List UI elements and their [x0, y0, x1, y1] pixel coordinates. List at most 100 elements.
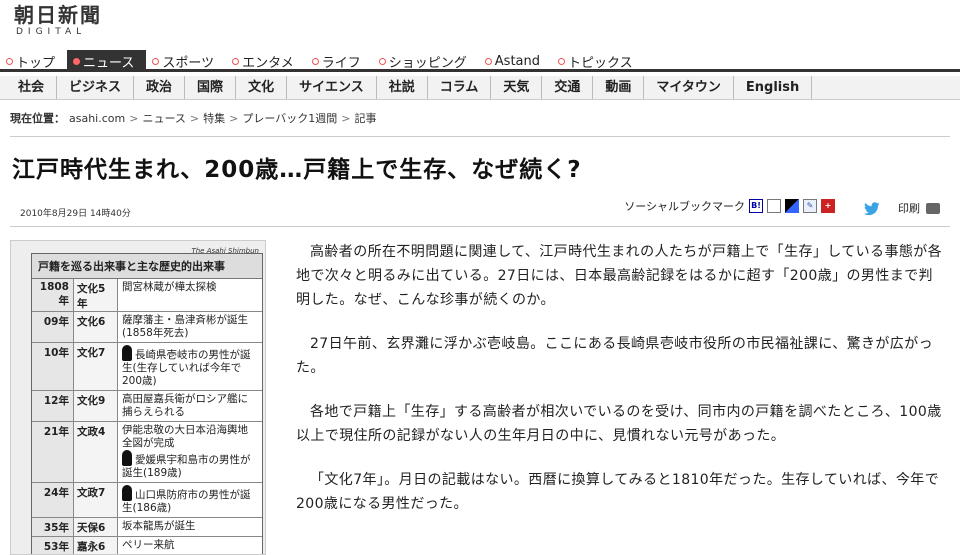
bullet-icon	[311, 57, 319, 65]
breadcrumb-separator: >	[229, 111, 239, 125]
category-link-9[interactable]: 交通	[542, 76, 594, 99]
category-link-12[interactable]: English	[734, 76, 813, 99]
timeline-event-text: 愛媛県宇和島市の男性が誕生(189歳)	[122, 454, 251, 479]
secondary-nav: 社会 ビジネス 政治 国際 文化 サイエンス 社説 コラム 天気 交通 動画 マイタウン English	[0, 76, 960, 100]
timeline-era: 文化9	[74, 391, 118, 421]
nav-item-label: エンタメ	[242, 55, 294, 71]
nav-item-5[interactable]: ショッピング	[373, 50, 479, 72]
timeline-row: 24年 文政7 山口県防府市の男性が誕生(186歳)	[32, 483, 262, 518]
breadcrumb-item[interactable]: asahi.com	[69, 112, 125, 125]
timeline-era: 天保6	[74, 518, 118, 536]
timeline-event-text: 山口県防府市の男性が誕生(186歳)	[122, 489, 251, 514]
category-link-0[interactable]: 社会	[0, 76, 58, 99]
bullet-icon	[484, 57, 492, 65]
category-link-5[interactable]: サイエンス	[287, 76, 377, 99]
nav-item-3[interactable]: エンタメ	[226, 50, 306, 72]
person-icon	[122, 345, 132, 361]
timeline-event: 間宮林蔵が樺太探検	[118, 279, 262, 311]
nav-item-label: ライフ	[321, 55, 361, 71]
asahi-logo[interactable]: 朝日新聞 DIGITAL	[14, 5, 124, 39]
divider	[10, 136, 950, 137]
nav-item-label: ニュース	[83, 55, 135, 71]
timeline-event: ペリー来航	[118, 537, 262, 554]
timeline-figure[interactable]: The Asahi Shimbun 戸籍を巡る出来事と主な歴史的出来事 1808…	[10, 240, 266, 555]
category-link-4[interactable]: 文化	[236, 76, 288, 99]
person-icon	[122, 485, 132, 501]
delicious-icon[interactable]	[785, 199, 799, 213]
timeline-event-text: 薩摩藩主・島津斉彬が誕生(1858年死去)	[122, 314, 248, 339]
breadcrumb-item[interactable]: 特集	[203, 110, 225, 126]
nav-item-label: ショッピング	[388, 55, 467, 71]
timeline-event-text: 間宮林蔵が樺太探検	[122, 281, 217, 293]
timeline-year: 10年	[32, 343, 74, 390]
timeline-row: 10年 文化7 長崎県壱岐市の男性が誕生(生存していれば今年で200歳)	[32, 343, 262, 391]
category-link-1[interactable]: ビジネス	[57, 76, 135, 99]
nav-item-7[interactable]: トピックス	[552, 50, 645, 72]
timeline-era: 嘉永6	[74, 537, 118, 554]
category-link-10[interactable]: 動画	[593, 76, 645, 99]
printer-icon	[926, 202, 940, 214]
logo-main-text: 朝日新聞	[14, 3, 102, 27]
article-dateline: 2010年8月29日 14時40分	[20, 209, 131, 219]
breadcrumb-separator: >	[129, 111, 139, 125]
timeline-event: 高田屋嘉兵衛がロシア艦に捕らえられる	[118, 391, 262, 421]
category-link-2[interactable]: 政治	[134, 76, 186, 99]
timeline-row: 1808年 文化5年 間宮林蔵が樺太探検	[32, 279, 262, 312]
nav-item-4[interactable]: ライフ	[306, 50, 373, 72]
timeline-row: 35年 天保6 坂本龍馬が誕生	[32, 518, 262, 537]
nav-item-1[interactable]: ニュース	[67, 50, 147, 72]
timeline-row: 09年 文化6 薩摩藩主・島津斉彬が誕生(1858年死去)	[32, 312, 262, 343]
divider	[10, 226, 950, 227]
nav-item-label: トップ	[16, 55, 56, 71]
twitter-icon[interactable]	[864, 202, 880, 218]
timeline-event-line: 間宮林蔵が樺太探検	[122, 281, 258, 294]
nav-item-label: トピックス	[568, 55, 633, 71]
bullet-icon	[6, 57, 13, 65]
timeline-era: 文化5年	[74, 279, 118, 311]
article-body: 高齢者の所在不明問題に関連して、江戸時代生まれの人たちが戸籍上で「生存」している…	[296, 240, 946, 536]
bullet-icon	[232, 57, 240, 65]
timeline-era: 文政4	[74, 422, 118, 482]
timeline-event: 薩摩藩主・島津斉彬が誕生(1858年死去)	[118, 312, 262, 342]
bookmark-icon[interactable]	[767, 199, 781, 213]
timeline-event-line: 伊能忠敬の大日本沿海輿地全図が完成	[122, 424, 258, 450]
breadcrumb-item[interactable]: プレーバック1週間	[242, 110, 337, 126]
add-bookmark-icon[interactable]: +	[821, 199, 835, 213]
category-link-6[interactable]: 社説	[377, 76, 428, 99]
bullet-icon	[378, 57, 386, 65]
article-paragraph: 「文化7年」。月日の記載はない。西暦に換算してみると1810年だった。生存してい…	[296, 472, 940, 512]
timeline-event-line: 坂本龍馬が誕生	[122, 520, 258, 533]
timeline-event: 坂本龍馬が誕生	[118, 518, 262, 536]
breadcrumb-separator: >	[189, 111, 200, 125]
category-link-3[interactable]: 国際	[185, 76, 237, 99]
timeline-year: 1808年	[32, 279, 74, 311]
timeline-event-line: 長崎県壱岐市の男性が誕生(生存していれば今年で200歳)	[122, 345, 258, 388]
timeline-event-line: 高田屋嘉兵衛がロシア艦に捕らえられる	[122, 393, 258, 419]
bullet-icon	[558, 57, 566, 65]
primary-nav: トップ ニュース スポーツ エンタメ ライフ ショッピング Astand トピックス	[0, 50, 960, 72]
print-label: 印刷	[898, 202, 920, 215]
edit-bookmark-icon[interactable]: ✎	[803, 199, 817, 213]
bullet-icon	[152, 57, 160, 65]
timeline-event-line: 薩摩藩主・島津斉彬が誕生(1858年死去)	[122, 314, 258, 340]
article-headline: 江戸時代生まれ、200歳…戸籍上で生存、なぜ続く?	[12, 157, 582, 183]
hatena-bookmark-icon[interactable]: B!	[749, 199, 763, 213]
print-button[interactable]: 印刷	[898, 200, 940, 216]
article-paragraph: 高齢者の所在不明問題に関連して、江戸時代生まれの人たちが戸籍上で「生存」している…	[296, 244, 943, 308]
timeline-event-text: 長崎県壱岐市の男性が誕生(生存していれば今年で200歳)	[122, 349, 251, 387]
timeline-event: 長崎県壱岐市の男性が誕生(生存していれば今年で200歳)	[118, 343, 262, 390]
timeline-year: 53年	[32, 537, 74, 554]
nav-item-2[interactable]: スポーツ	[146, 50, 226, 72]
category-link-11[interactable]: マイタウン	[644, 76, 734, 99]
nav-item-0[interactable]: トップ	[0, 50, 67, 72]
timeline-event-text: ペリー来航	[122, 539, 175, 551]
nav-item-6[interactable]: Astand	[479, 50, 552, 72]
timeline-year: 24年	[32, 483, 74, 517]
timeline-row: 53年 嘉永6 ペリー来航	[32, 537, 262, 554]
category-link-7[interactable]: コラム	[428, 76, 492, 99]
category-link-8[interactable]: 天気	[491, 76, 543, 99]
breadcrumb: 現在位置： asahi.com > ニュース > 特集 > プレーバック1週間 > 記事	[10, 110, 376, 126]
nav-item-label: Astand	[494, 53, 541, 69]
breadcrumb-item[interactable]: ニュース	[142, 110, 185, 126]
timeline-row: 12年 文化9 高田屋嘉兵衛がロシア艦に捕らえられる	[32, 391, 262, 422]
